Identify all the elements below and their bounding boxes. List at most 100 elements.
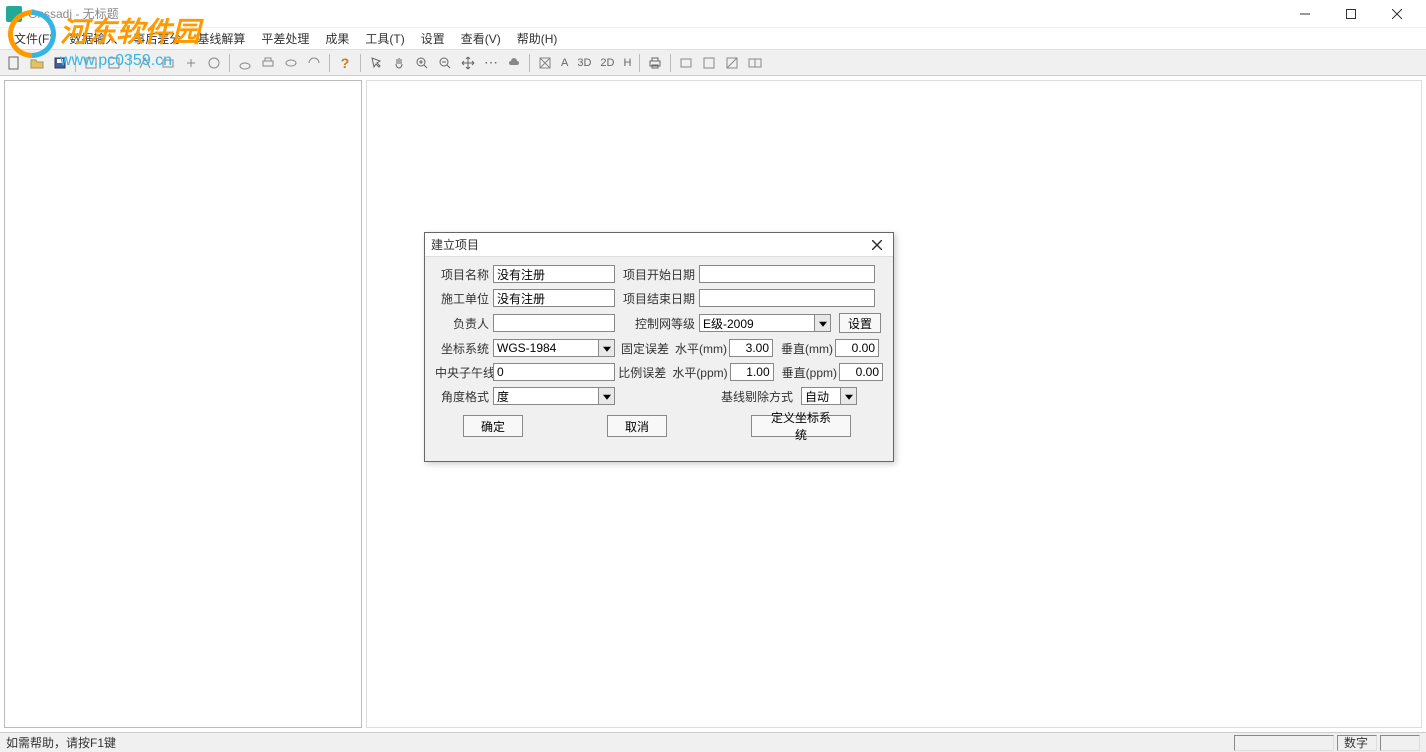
label-angle-format: 角度格式 [435, 388, 493, 405]
label-central-meridian: 中央子午线 [435, 364, 493, 381]
tb-icon-7[interactable] [235, 53, 255, 73]
print2-icon[interactable] [645, 53, 665, 73]
toolbar-separator [129, 54, 130, 72]
window-titlebar: Gnssadj - 无标题 [0, 0, 1426, 28]
tb-icon-3[interactable] [135, 53, 155, 73]
label-v-mm: 垂直(mm) [773, 340, 835, 357]
help-icon[interactable]: ? [335, 53, 355, 73]
tb-label-h[interactable]: H [620, 57, 634, 69]
toolbar-separator [229, 54, 230, 72]
open-file-icon[interactable] [27, 53, 47, 73]
create-project-dialog: 建立项目 项目名称 项目开始日期 施工单位 项目结束日期 负责人 控制网等级 E… [424, 232, 894, 462]
save-file-icon[interactable] [50, 53, 70, 73]
tb-label-2d[interactable]: 2D [597, 57, 617, 69]
combo-angle-format[interactable]: 度 [493, 387, 615, 405]
minimize-button[interactable] [1282, 0, 1328, 28]
dialog-titlebar: 建立项目 [425, 233, 893, 257]
label-network-grade: 控制网等级 [615, 315, 699, 332]
tb-icon-2[interactable] [104, 53, 124, 73]
menu-data-input[interactable]: 数据输入 [61, 28, 125, 49]
label-baseline-remove: 基线剔除方式 [721, 388, 797, 405]
input-construction-unit[interactable] [493, 289, 615, 307]
input-project-name[interactable] [493, 265, 615, 283]
tb-icon-5[interactable] [181, 53, 201, 73]
tb-icon-6[interactable] [204, 53, 224, 73]
label-fixed-error: 固定误差 [615, 340, 673, 357]
status-numlock: 数字 [1337, 735, 1377, 751]
define-coord-button[interactable]: 定义坐标系统 [751, 415, 851, 437]
toolbar-separator [670, 54, 671, 72]
menu-file[interactable]: 文件(F) [6, 28, 61, 49]
input-central-meridian[interactable] [493, 363, 615, 381]
status-cell-1 [1234, 735, 1334, 751]
menu-adjustment[interactable]: 平差处理 [253, 28, 317, 49]
input-scale-v[interactable] [839, 363, 883, 381]
tb-icon-box[interactable] [535, 53, 555, 73]
toolbar-separator [329, 54, 330, 72]
hand-icon[interactable] [389, 53, 409, 73]
toolbar-separator [360, 54, 361, 72]
input-fixed-v[interactable] [835, 339, 879, 357]
combo-network-grade[interactable]: E级-2009 [699, 314, 831, 332]
combo-baseline-remove[interactable]: 自动 [801, 387, 857, 405]
ok-button[interactable]: 确定 [463, 415, 523, 437]
menu-tools[interactable]: 工具(T) [357, 28, 412, 49]
menu-settings[interactable]: 设置 [413, 28, 453, 49]
cancel-button[interactable]: 取消 [607, 415, 667, 437]
label-start-date: 项目开始日期 [615, 266, 699, 283]
tb-icon-8[interactable] [281, 53, 301, 73]
status-bar: 如需帮助，请按F1键 数字 [0, 732, 1426, 752]
rect-icon-1[interactable] [676, 53, 696, 73]
zoom-in-icon[interactable] [412, 53, 432, 73]
new-file-icon[interactable] [4, 53, 24, 73]
label-end-date: 项目结束日期 [615, 290, 699, 307]
label-h-ppm: 水平(ppm) [670, 364, 729, 381]
menu-baseline[interactable]: 基线解算 [189, 28, 253, 49]
tb-icon-4[interactable] [158, 53, 178, 73]
tb-icon-dot[interactable]: ⋯ [481, 53, 501, 73]
rect-icon-4[interactable] [745, 53, 765, 73]
menu-view[interactable]: 查看(V) [453, 28, 509, 49]
status-help-text: 如需帮助，请按F1键 [6, 734, 1231, 751]
print-icon[interactable] [258, 53, 278, 73]
dialog-close-button[interactable] [867, 236, 887, 254]
window-title: Gnssadj - 无标题 [28, 5, 1282, 22]
input-end-date[interactable] [699, 289, 875, 307]
dialog-title: 建立项目 [431, 236, 867, 253]
input-responsible[interactable] [493, 314, 615, 332]
status-cell-3 [1380, 735, 1420, 751]
zoom-out-icon[interactable] [435, 53, 455, 73]
app-icon [6, 6, 22, 22]
label-coord-sys: 坐标系统 [435, 340, 493, 357]
tb-icon-cloud[interactable] [504, 53, 524, 73]
pan-icon[interactable] [458, 53, 478, 73]
close-button[interactable] [1374, 0, 1420, 28]
combo-coord-sys[interactable]: WGS-1984 [493, 339, 615, 357]
menu-result[interactable]: 成果 [317, 28, 357, 49]
pointer-icon[interactable] [366, 53, 386, 73]
menu-post-diff[interactable]: 事后差分 [125, 28, 189, 49]
input-fixed-h[interactable] [729, 339, 773, 357]
toolbar: ? ⋯ A 3D 2D H [0, 50, 1426, 76]
label-project-name: 项目名称 [435, 266, 493, 283]
toolbar-separator [529, 54, 530, 72]
toolbar-separator [639, 54, 640, 72]
input-scale-h[interactable] [730, 363, 774, 381]
tb-icon-9[interactable] [304, 53, 324, 73]
label-v-ppm: 垂直(ppm) [774, 364, 839, 381]
maximize-button[interactable] [1328, 0, 1374, 28]
tb-icon-1[interactable] [81, 53, 101, 73]
label-scale-error: 比例误差 [615, 364, 670, 381]
toolbar-separator [75, 54, 76, 72]
menu-help[interactable]: 帮助(H) [509, 28, 566, 49]
tb-label-3d[interactable]: 3D [574, 57, 594, 69]
input-start-date[interactable] [699, 265, 875, 283]
label-h-mm: 水平(mm) [673, 340, 729, 357]
label-responsible: 负责人 [435, 315, 493, 332]
tb-label-a[interactable]: A [558, 57, 571, 69]
tree-panel[interactable] [4, 80, 362, 728]
settings-button[interactable]: 设置 [839, 313, 881, 333]
label-construction-unit: 施工单位 [435, 290, 493, 307]
rect-icon-2[interactable] [699, 53, 719, 73]
rect-icon-3[interactable] [722, 53, 742, 73]
